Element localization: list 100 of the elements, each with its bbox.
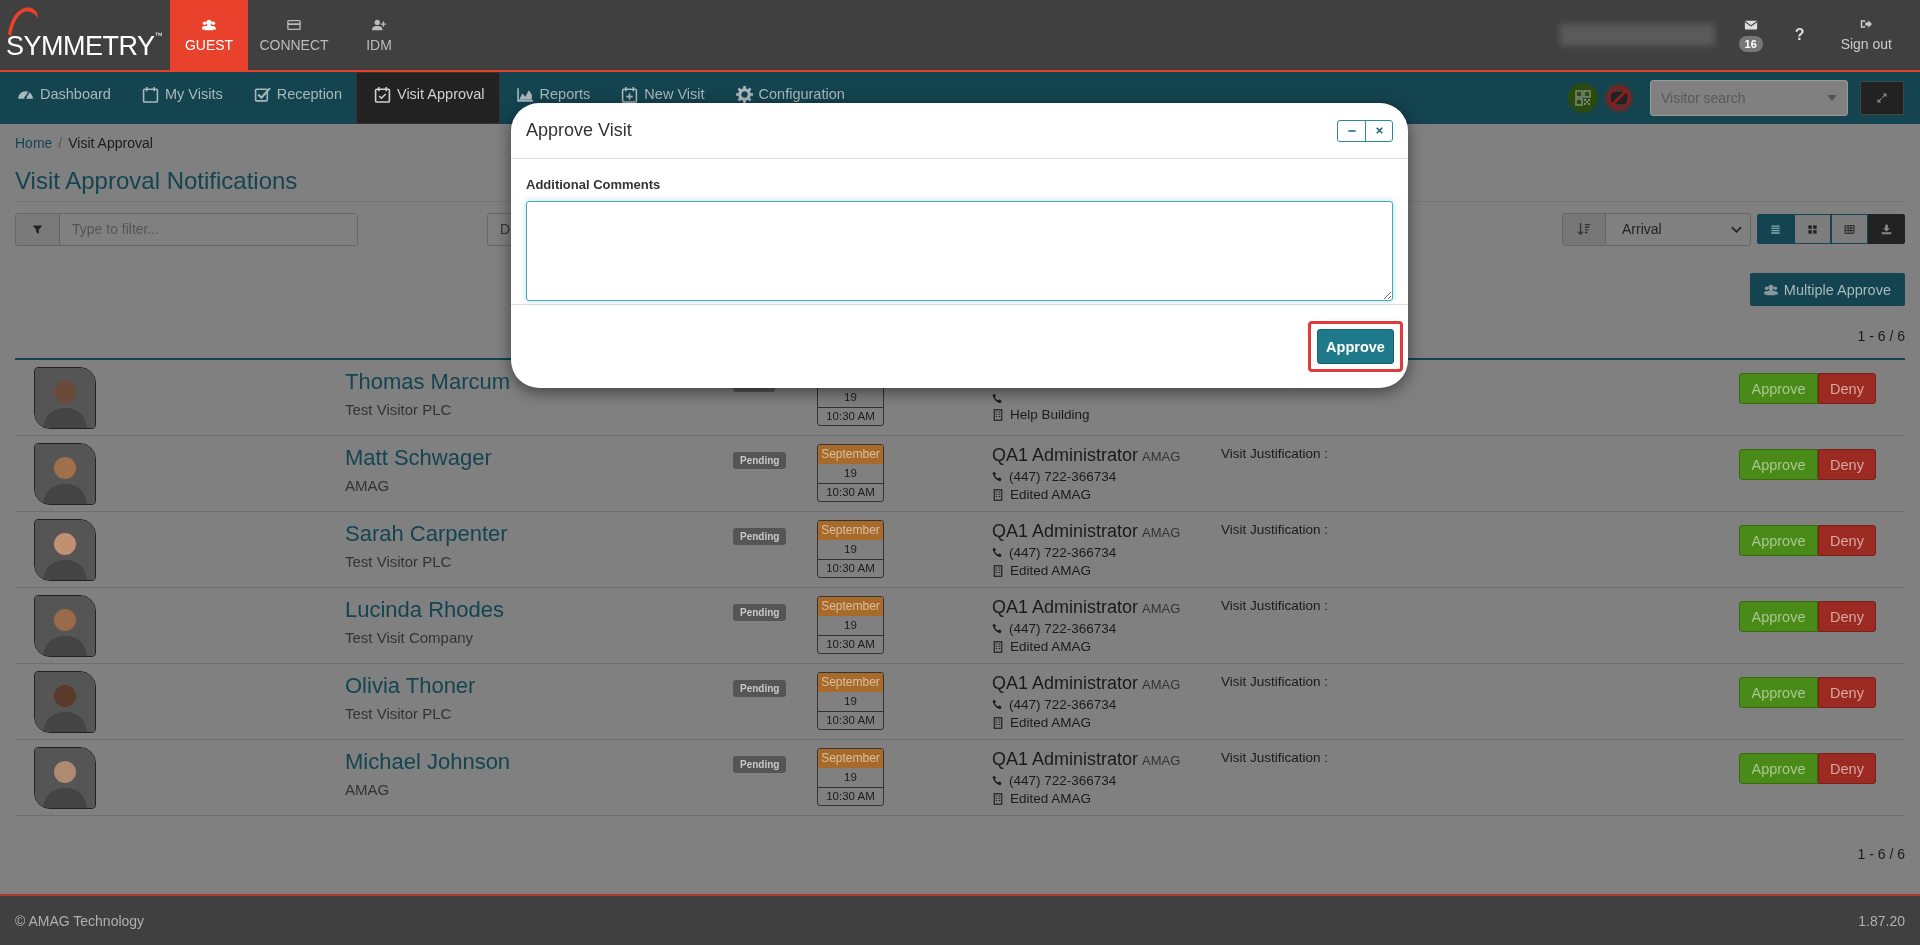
host-org: AMAG xyxy=(1142,677,1181,692)
host-name: QA1 Administrator xyxy=(992,445,1139,465)
approve-button[interactable]: Approve xyxy=(1739,525,1818,556)
phone-icon xyxy=(992,547,1003,558)
visitor-name-link[interactable]: Sarah Carpenter xyxy=(345,521,508,547)
approve-button[interactable]: Approve xyxy=(1739,601,1818,632)
view-toggle[interactable] xyxy=(1831,214,1868,244)
approve-button[interactable]: Approve xyxy=(1739,449,1818,480)
module-tab[interactable]: IDM xyxy=(340,0,418,70)
table-icon xyxy=(1844,223,1855,235)
multiple-approve-button[interactable]: Multiple Approve xyxy=(1749,273,1905,306)
phone-icon xyxy=(992,623,1003,634)
breadcrumb-link[interactable]: Home xyxy=(15,135,53,155)
company-text: Test Visit Company xyxy=(345,629,475,646)
list-icon xyxy=(1770,223,1781,235)
company-text: Test Visitor PLC xyxy=(345,401,453,418)
host-name: QA1 Administrator xyxy=(992,521,1139,541)
module-tab[interactable]: GUEST xyxy=(170,0,248,70)
nav-tab[interactable]: Reception xyxy=(236,72,356,124)
download-icon xyxy=(1881,223,1892,235)
sort-select[interactable]: Arrival xyxy=(1562,212,1751,246)
sign-out-icon xyxy=(1860,18,1873,30)
status-badge: Pending xyxy=(733,452,787,469)
approve-button[interactable]: Approve xyxy=(1739,373,1818,404)
location-text: Edited AMAG xyxy=(1010,639,1092,654)
justification-text: Visit Justification : xyxy=(1221,674,1329,689)
field-label: Additional Comments xyxy=(526,177,662,192)
status-badge: Pending xyxy=(733,680,787,697)
calendar-plus-icon xyxy=(621,85,639,103)
deny-button[interactable]: Deny xyxy=(1818,449,1876,480)
no-card-button[interactable] xyxy=(1604,83,1634,113)
justification-text: Visit Justification : xyxy=(1221,446,1329,461)
justification-text: Visit Justification : xyxy=(1221,750,1329,765)
nav-tab[interactable]: Configuration xyxy=(718,72,859,124)
view-toggle[interactable] xyxy=(1794,214,1831,244)
justification-text: Visit Justification : xyxy=(1221,522,1329,537)
gear-icon xyxy=(735,85,753,103)
avatar-icon xyxy=(34,367,96,429)
phone-icon xyxy=(992,699,1003,710)
result-count: 1 - 6 / 6 xyxy=(1857,328,1905,344)
user-plus-icon xyxy=(372,17,386,32)
close-icon xyxy=(1374,126,1384,135)
avatar-icon xyxy=(34,671,96,733)
count-badge: 16 xyxy=(1738,36,1763,52)
calendar-check-icon xyxy=(374,85,391,103)
approve-button[interactable]: Approve xyxy=(1739,753,1818,784)
phone-number: (447) 722-366734 xyxy=(1009,545,1117,560)
nav-tab[interactable]: My Visits xyxy=(124,72,237,124)
avatar-icon xyxy=(34,595,96,657)
building-icon xyxy=(992,716,1004,729)
avatar-icon xyxy=(34,443,96,505)
nav-tab[interactable]: Dashboard xyxy=(0,72,125,124)
deny-button[interactable]: Deny xyxy=(1818,753,1876,784)
status-badge: Pending xyxy=(733,528,787,545)
nav-tab[interactable]: Visit Approval xyxy=(356,72,500,124)
avatar-icon xyxy=(34,519,96,581)
company-text: Test Visitor PLC xyxy=(345,705,453,722)
deny-button[interactable]: Deny xyxy=(1818,373,1876,404)
view-toggle[interactable] xyxy=(1757,214,1794,244)
visitor-name-link[interactable]: Thomas Marcum xyxy=(345,369,511,395)
caret-icon xyxy=(1827,95,1837,101)
host-org: AMAG xyxy=(1142,449,1181,464)
module-tab[interactable]: CONNECT xyxy=(248,0,340,70)
host-name: QA1 Administrator xyxy=(992,673,1139,693)
visitor-name-link[interactable]: Matt Schwager xyxy=(345,445,492,471)
deny-button[interactable]: Deny xyxy=(1818,525,1876,556)
sign-out-button[interactable]: Sign out xyxy=(1826,0,1920,70)
phone-number: (447) 722-366734 xyxy=(1009,773,1117,788)
expand-button[interactable] xyxy=(1860,81,1904,115)
deny-button[interactable]: Deny xyxy=(1818,677,1876,708)
area-chart-icon xyxy=(516,85,534,103)
help-button[interactable]: ? xyxy=(1772,0,1827,70)
phone-icon xyxy=(992,775,1003,786)
phone-number: (447) 722-366734 xyxy=(1009,697,1117,712)
download-button[interactable] xyxy=(1868,214,1905,244)
visitor-name-link[interactable]: Michael Johnson xyxy=(345,749,511,775)
approve-button[interactable]: Approve xyxy=(1739,677,1818,708)
qr-button[interactable] xyxy=(1568,83,1598,113)
approve-button[interactable]: Approve xyxy=(1317,329,1394,364)
company-text: Test Visitor PLC xyxy=(345,553,453,570)
visitor-name-link[interactable]: Olivia Thoner xyxy=(345,673,476,699)
mail-button[interactable]: 16 xyxy=(1728,0,1773,70)
result-count: 1 - 6 / 6 xyxy=(1857,846,1905,862)
host-name: QA1 Administrator xyxy=(992,597,1139,617)
sort-icon xyxy=(1577,222,1591,236)
expand-icon xyxy=(1876,92,1888,104)
group-icon xyxy=(202,17,216,32)
justification-text: Visit Justification : xyxy=(1221,598,1329,613)
comments-field[interactable] xyxy=(526,201,1393,301)
breadcrumb-separator: / xyxy=(58,135,63,153)
visitor-name-link[interactable]: Lucinda Rhodes xyxy=(345,597,504,623)
phone-number: (447) 722-366734 xyxy=(1009,621,1117,636)
location-text: Help Building xyxy=(1010,407,1090,422)
deny-button[interactable]: Deny xyxy=(1818,601,1876,632)
date-card: September 19 10:30 AM xyxy=(817,748,884,806)
filter-icon xyxy=(32,223,43,235)
qr-code-icon xyxy=(1575,90,1591,106)
host-name: QA1 Administrator xyxy=(992,749,1139,769)
logo-text: SYMMETRY$^{™}$ xyxy=(6,31,163,62)
breadcrumb-current: Visit Approval xyxy=(68,135,153,153)
